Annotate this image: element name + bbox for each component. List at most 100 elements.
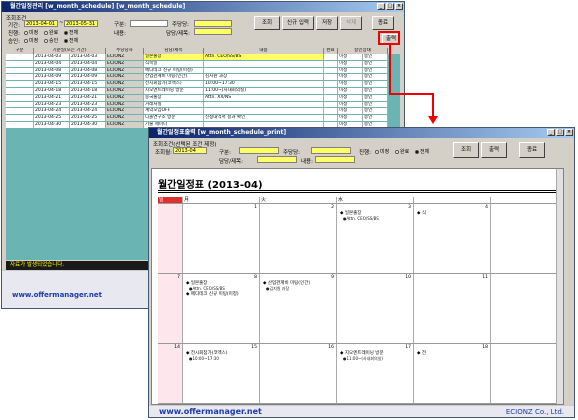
status-cell[interactable]: 미정 <box>338 74 363 81</box>
done-cell[interactable] <box>324 67 338 74</box>
day-cell[interactable] <box>158 204 183 273</box>
org-cell[interactable]: ECIONZ <box>106 101 144 108</box>
content-cell[interactable] <box>204 60 324 67</box>
day-cell[interactable]: 4 ◆ 식 <box>414 204 491 273</box>
type-cell[interactable] <box>6 54 34 60</box>
radio-approved[interactable]: 승인 <box>44 37 58 44</box>
minimize-button[interactable]: _ <box>377 3 385 10</box>
day-cell[interactable]: 16 <box>260 344 337 403</box>
content-cell[interactable]: Attn. CEO/SS/BS <box>204 54 324 60</box>
title-cell[interactable]: 지오엔트레이닝 방문 <box>144 87 204 94</box>
done-cell[interactable] <box>324 108 338 115</box>
date-to-input[interactable]: 2013-05-31 <box>64 20 98 27</box>
done-cell[interactable] <box>324 101 338 108</box>
date-to-cell[interactable]: 2013-04-08 <box>70 67 106 74</box>
date-to-cell[interactable]: 2013-04-15 <box>70 81 106 87</box>
content-cell[interactable]: 10:00~17:30 <box>204 81 324 87</box>
day-cell[interactable]: 2 <box>260 204 337 273</box>
maximize-button[interactable]: □ <box>386 3 394 10</box>
content-input[interactable] <box>315 156 355 163</box>
type-cell[interactable] <box>6 101 34 108</box>
back-window-titlebar[interactable]: 월간일정관리 [w_month_schedule] [w_month_sched… <box>2 2 404 12</box>
done-cell[interactable] <box>324 81 338 87</box>
content-cell[interactable]: 11:00~(사내회의실) <box>204 87 324 94</box>
event-item[interactable]: ◆ 식 <box>417 210 426 216</box>
search-button[interactable]: 조회 <box>453 142 479 158</box>
type-cell[interactable] <box>6 94 34 101</box>
title-cell[interactable]: 전시회참가(코엑스) <box>144 81 204 87</box>
title-cell[interactable]: 식목일 <box>144 60 204 67</box>
org-cell[interactable]: ECIONZ <box>106 108 144 115</box>
minimize-button[interactable]: _ <box>547 129 555 136</box>
done-cell[interactable] <box>324 94 338 101</box>
day-cell[interactable]: 3 ◆ 일본출장 ●Attn. CEO/SS/BS <box>337 204 414 273</box>
vertical-scrollbar[interactable] <box>556 169 563 404</box>
close-button[interactable]: 종료 <box>519 142 545 158</box>
content-cell[interactable] <box>204 67 324 74</box>
date-to-cell[interactable]: 2013-04-30 <box>70 121 106 128</box>
status-cell[interactable]: 미정 <box>338 81 363 87</box>
footer-url[interactable]: www.offermanager.net <box>12 291 102 299</box>
org-cell[interactable]: ECIONZ <box>106 115 144 121</box>
day-cell[interactable]: 15 ◆ 전시회참가(코엑스) ●10:00~17:30 <box>183 344 260 403</box>
date-from-cell[interactable]: 2013-04-21 <box>34 94 70 101</box>
type-cell[interactable] <box>6 108 34 115</box>
title-cell[interactable]: 메디테크 신규 미팅(미정) <box>144 67 204 74</box>
close-window-button[interactable]: × <box>395 3 403 10</box>
org-cell[interactable]: ECIONZ <box>106 87 144 94</box>
done-cell[interactable] <box>324 115 338 121</box>
date-to-cell[interactable]: 2013-04-24 <box>70 108 106 115</box>
event-item[interactable]: ◆ 메디테크 신규 미팅(미정) <box>186 291 239 297</box>
radio-before[interactable]: 미정 <box>24 29 38 36</box>
org-cell[interactable]: ECIONZ <box>106 74 144 81</box>
table-row[interactable]: 2013-04-04 2013-04-04 ECIONZ 식목일 미정 승인 <box>6 60 400 68</box>
date-to-cell[interactable]: 2013-04-04 <box>70 60 106 67</box>
org-cell[interactable]: ECIONZ <box>106 121 144 128</box>
print-button[interactable]: 출력 <box>481 142 507 158</box>
day-cell[interactable]: 9 ◆ 산업관계비 미팅(인간) ●김지원 과장 <box>260 274 337 343</box>
date-from-cell[interactable]: 2013-04-15 <box>34 81 70 87</box>
status-cell[interactable]: 미정 <box>338 94 363 101</box>
date-to-cell[interactable]: 2013-04-25 <box>70 115 106 121</box>
maximize-button[interactable]: □ <box>556 129 564 136</box>
title-cell[interactable]: 일본출장 <box>144 54 204 60</box>
day-cell[interactable]: 14 <box>158 344 183 403</box>
table-row[interactable]: 2013-04-25 2013-04-25 ECIONZ 디올연구소 방문 신청내역서 … <box>6 115 400 122</box>
date-from-cell[interactable]: 2013-04-25 <box>34 115 70 121</box>
radio-all[interactable]: 전체 <box>64 29 78 36</box>
content-cell[interactable] <box>204 101 324 108</box>
day-cell[interactable]: 17 ◆ 지오엔트레이닝 방문 ●11:00~(사내회의실) <box>337 344 414 403</box>
type-cell[interactable] <box>6 67 34 74</box>
date-from-cell[interactable]: 2013-04-24 <box>34 108 70 115</box>
search-button[interactable]: 조회 <box>254 16 280 30</box>
save-button[interactable]: 저장 <box>316 16 338 30</box>
date-from-cell[interactable]: 2013-04-08 <box>34 67 70 74</box>
content-cell[interactable]: 김지원 과장 <box>204 74 324 81</box>
content-cell[interactable] <box>204 108 324 115</box>
day-cell[interactable]: 7 <box>158 274 183 343</box>
radio-done[interactable]: 완료 <box>395 148 409 155</box>
table-row[interactable]: 2013-04-03 2013-04-03 ECIONZ 일본출장 Attn. CEO/… <box>6 54 400 61</box>
date-from-cell[interactable]: 2013-04-18 <box>34 87 70 94</box>
table-row[interactable]: 2013-04-21 2013-04-21 ECIONZ 중국출장 Attn. XX/N… <box>6 94 400 102</box>
owner-select[interactable] <box>194 20 232 27</box>
type-cell[interactable] <box>6 87 34 94</box>
close-window-button[interactable]: × <box>565 129 573 136</box>
status-cell[interactable]: 미정 <box>338 87 363 94</box>
close-button[interactable]: 종료 <box>372 16 394 30</box>
day-cell[interactable]: 10 <box>337 274 414 343</box>
day-cell[interactable]: 11 <box>414 274 491 343</box>
table-row[interactable]: 2013-04-09 2013-04-09 ECIONZ 산업관계비 미팅(인간) 김지… <box>6 74 400 82</box>
date-to-cell[interactable]: 2013-04-09 <box>70 74 106 81</box>
status-cell[interactable]: 미정 <box>338 54 363 60</box>
date-to-cell[interactable]: 2013-04-23 <box>70 101 106 108</box>
date-to-cell[interactable]: 2013-04-21 <box>70 94 106 101</box>
type-cell[interactable] <box>6 81 34 87</box>
done-cell[interactable] <box>324 87 338 94</box>
type-cell[interactable] <box>6 121 34 128</box>
done-cell[interactable] <box>324 60 338 67</box>
done-cell[interactable] <box>324 54 338 60</box>
title-cell[interactable]: 계약모임OFF <box>144 108 204 115</box>
done-cell[interactable] <box>324 74 338 81</box>
org-cell[interactable]: ECIONZ <box>106 60 144 67</box>
